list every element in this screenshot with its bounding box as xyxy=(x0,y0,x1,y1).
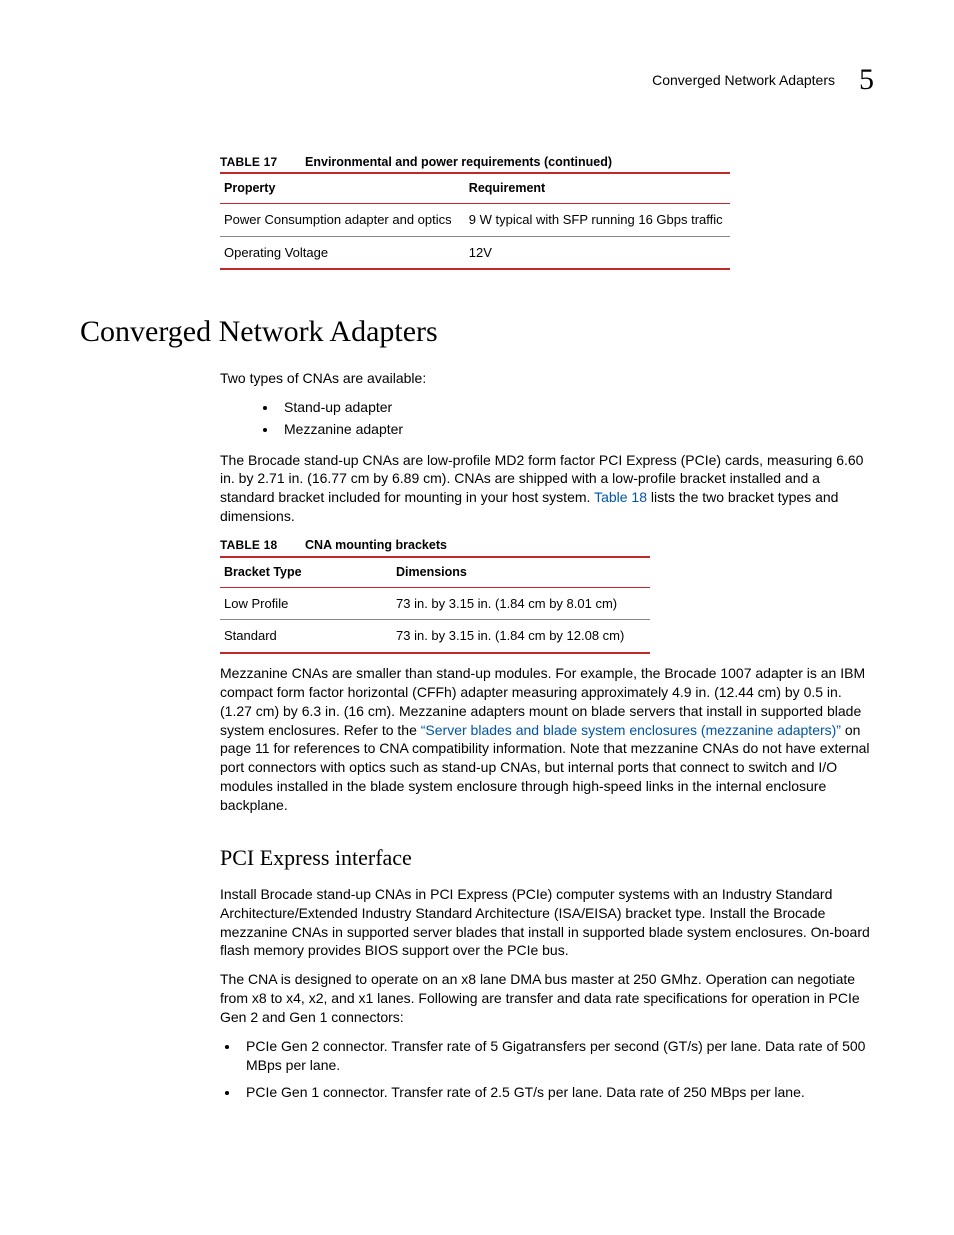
table-18-caption: TABLE 18 CNA mounting brackets xyxy=(220,536,874,554)
list-item: Mezzanine adapter xyxy=(278,420,874,439)
table-cell: Power Consumption adapter and optics xyxy=(220,204,465,237)
table-18: Bracket Type Dimensions Low Profile 73 i… xyxy=(220,556,650,654)
table-18-xref[interactable]: Table 18 xyxy=(594,489,647,505)
table-cell: 12V xyxy=(465,236,730,269)
table-17-title: Environmental and power requirements (co… xyxy=(305,155,612,169)
table-cell: 73 in. by 3.15 in. (1.84 cm by 8.01 cm) xyxy=(392,587,650,620)
pcie-spec-list: PCIe Gen 2 connector. Transfer rate of 5… xyxy=(220,1037,874,1102)
intro-paragraph: Two types of CNAs are available: xyxy=(220,369,874,388)
table-17-col-property: Property xyxy=(220,173,465,203)
chapter-number: 5 xyxy=(859,60,874,101)
list-item: PCIe Gen 2 connector. Transfer rate of 5… xyxy=(240,1037,874,1075)
table-17-col-requirement: Requirement xyxy=(465,173,730,203)
server-blades-xref[interactable]: “Server blades and blade system enclosur… xyxy=(421,722,841,738)
table-18-label: TABLE 18 xyxy=(220,537,277,553)
table-row: Power Consumption adapter and optics 9 W… xyxy=(220,204,730,237)
cna-types-list: Stand-up adapter Mezzanine adapter xyxy=(220,398,874,439)
list-item: Stand-up adapter xyxy=(278,398,874,417)
pcie-paragraph-2: The CNA is designed to operate on an x8 … xyxy=(220,970,874,1027)
section-heading: Converged Network Adapters xyxy=(80,312,874,353)
table-cell: 73 in. by 3.15 in. (1.84 cm by 12.08 cm) xyxy=(392,620,650,653)
table-17-label: TABLE 17 xyxy=(220,154,277,170)
table-17: Property Requirement Power Consumption a… xyxy=(220,172,730,270)
standup-paragraph: The Brocade stand-up CNAs are low-profil… xyxy=(220,451,874,527)
table-cell: 9 W typical with SFP running 16 Gbps tra… xyxy=(465,204,730,237)
pcie-paragraph-1: Install Brocade stand-up CNAs in PCI Exp… xyxy=(220,885,874,961)
table-cell: Low Profile xyxy=(220,587,392,620)
running-title: Converged Network Adapters xyxy=(652,71,835,90)
page-header: Converged Network Adapters 5 xyxy=(80,60,874,101)
table-18-col-bracket: Bracket Type xyxy=(220,557,392,587)
table-cell: Standard xyxy=(220,620,392,653)
table-18-col-dimensions: Dimensions xyxy=(392,557,650,587)
table-row: Standard 73 in. by 3.15 in. (1.84 cm by … xyxy=(220,620,650,653)
table-row: Low Profile 73 in. by 3.15 in. (1.84 cm … xyxy=(220,587,650,620)
table-cell: Operating Voltage xyxy=(220,236,465,269)
table-17-caption: TABLE 17 Environmental and power require… xyxy=(220,153,874,171)
table-18-title: CNA mounting brackets xyxy=(305,538,447,552)
list-item: PCIe Gen 1 connector. Transfer rate of 2… xyxy=(240,1083,874,1102)
pcie-heading: PCI Express interface xyxy=(220,843,874,873)
mezzanine-paragraph: Mezzanine CNAs are smaller than stand-up… xyxy=(220,664,874,815)
table-row: Operating Voltage 12V xyxy=(220,236,730,269)
